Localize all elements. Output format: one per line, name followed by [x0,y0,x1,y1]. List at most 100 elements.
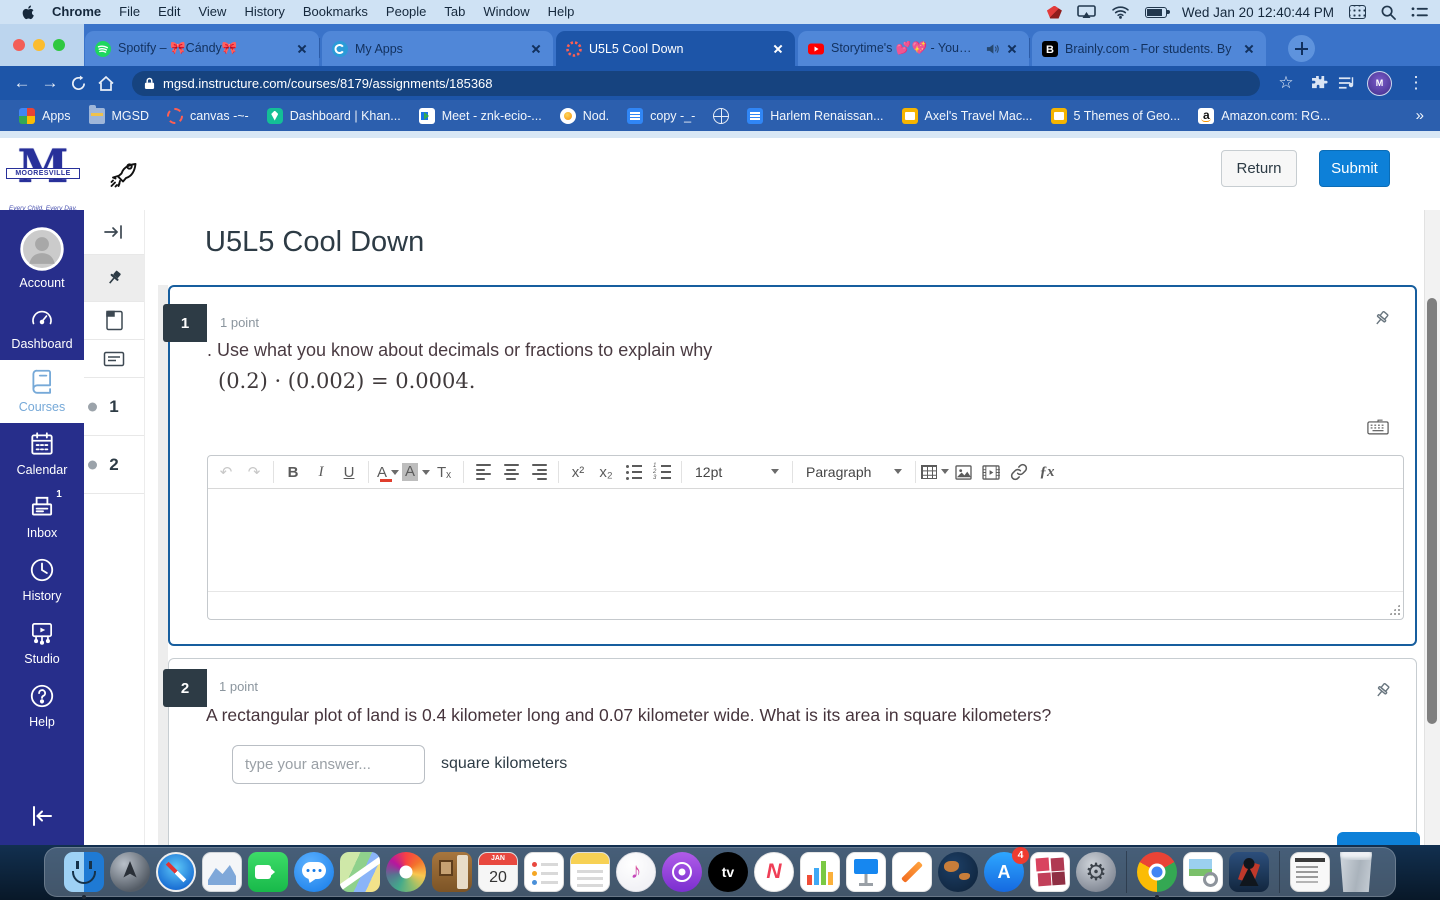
notebook-panel-icon[interactable] [84,302,144,340]
dock-globe-app-icon[interactable] [938,852,978,892]
mooresville-logo[interactable]: M MOORESVILLE Every Child. Every Day. [6,143,80,212]
sidebar-item-history[interactable]: History [0,549,84,612]
wifi-icon[interactable] [1111,5,1130,19]
dock-launchpad-icon[interactable] [110,852,150,892]
insert-video-button[interactable] [977,458,1005,486]
menu-bar-clock[interactable]: Wed Jan 20 12:40:44 PM [1182,5,1334,20]
tab-my-apps[interactable]: My Apps [322,31,553,66]
tab-audio-icon[interactable] [986,43,999,55]
dock-document-window-icon[interactable] [1290,852,1330,892]
dock-system-preferences-icon[interactable] [1076,852,1116,892]
numbered-list-button[interactable]: 123 [648,458,676,486]
tab-youtube[interactable]: Storytime's 💕💖 - YouTub [798,31,1029,66]
bookmark-star-icon[interactable]: ☆ [1272,69,1300,97]
dock-calendar-icon[interactable]: JAN 20 [478,852,518,892]
dock-notes-icon[interactable] [570,852,610,892]
dock-mail-icon[interactable] [202,852,242,892]
bookmark-harlem[interactable]: Harlem Renaissan... [738,107,892,124]
align-right-button[interactable] [525,458,553,486]
bookmark-apps[interactable]: Apps [10,107,80,124]
spotlight-search-icon[interactable] [1381,5,1396,20]
tab-u5l5-cool-down[interactable]: U5L5 Cool Down [556,31,795,66]
sidebar-item-account[interactable]: Account [0,220,84,299]
menu-item-window[interactable]: Window [474,0,538,24]
submit-button[interactable]: Submit [1319,150,1390,187]
bullet-list-button[interactable] [620,458,648,486]
question-nav-item-1[interactable]: 1 [84,378,144,436]
pin-question-icon[interactable] [1372,681,1392,701]
align-center-button[interactable] [497,458,525,486]
bookmark-nod[interactable]: Nod. [551,107,618,124]
reload-button[interactable] [64,69,92,97]
bookmark-canvas[interactable]: canvas -~- [158,107,258,124]
dock-safari-icon[interactable] [156,852,196,892]
insert-image-button[interactable] [949,458,977,486]
tab-close-icon[interactable] [529,42,543,56]
dock-chrome-icon[interactable] [1137,852,1177,892]
menu-item-view[interactable]: View [189,0,235,24]
clear-formatting-button[interactable]: Tₓ [430,458,458,486]
home-button[interactable] [92,69,120,97]
tab-close-icon[interactable] [295,42,309,56]
dock-finder-icon[interactable] [64,852,104,892]
pin-question-icon[interactable] [1371,309,1391,329]
bookmark-5-themes[interactable]: 5 Themes of Geo... [1042,107,1190,124]
pinned-questions-toggle[interactable] [84,254,144,302]
redo-icon[interactable]: ↷ [240,458,268,486]
bookmarks-overflow-icon[interactable]: » [1410,107,1430,124]
dock-news-icon[interactable] [754,852,794,892]
menu-item-help[interactable]: Help [539,0,584,24]
insert-link-button[interactable] [1005,458,1033,486]
zoom-window-button[interactable] [53,39,65,51]
status-red-app-icon[interactable] [1046,5,1062,19]
undo-icon[interactable]: ↶ [212,458,240,486]
tab-close-icon[interactable] [771,42,785,56]
bookmark-khan-dashboard[interactable]: Dashboard | Khan... [258,107,410,124]
tab-brainly[interactable]: B Brainly.com - For students. By [1032,31,1266,66]
superscript-button[interactable]: x² [564,458,592,486]
dock-preview-icon[interactable] [1183,852,1223,892]
profile-avatar[interactable]: M [1367,70,1392,96]
bold-button[interactable]: B [279,458,307,486]
apple-menu-icon[interactable] [12,4,43,21]
answer-input[interactable] [232,745,425,784]
question-nav-item-2[interactable]: 2 [84,436,144,494]
dock-numbers-icon[interactable] [800,852,840,892]
menu-item-people[interactable]: People [377,0,435,24]
sidebar-item-dashboard[interactable]: Dashboard [0,299,84,360]
menu-item-tab[interactable]: Tab [435,0,474,24]
dock-pages-icon[interactable] [892,852,932,892]
dock-superhero-app-icon[interactable] [1229,852,1269,892]
dock-maps-icon[interactable] [340,852,380,892]
underline-button[interactable]: U [335,458,363,486]
rce-editing-area[interactable] [208,489,1403,591]
insert-equation-button[interactable]: ƒx [1033,458,1061,486]
dock-messages-icon[interactable] [294,852,334,892]
chrome-menu-icon[interactable]: ⋮ [1402,69,1430,97]
tab-spotify[interactable]: Spotify – 🎀Cándy🎀 [85,31,319,66]
sidebar-item-help[interactable]: Help [0,675,84,738]
subscript-button[interactable]: x₂ [592,458,620,486]
bookmark-amazon[interactable]: a Amazon.com: RG... [1189,107,1339,124]
menu-item-history[interactable]: History [235,0,293,24]
table-button[interactable] [921,458,950,486]
menu-item-chrome[interactable]: Chrome [43,0,110,24]
dock-itunes-icon[interactable] [616,852,656,892]
sidebar-item-calendar[interactable]: Calendar [0,423,84,486]
forward-button[interactable]: → [36,69,64,97]
bookmark-axels-travel[interactable]: Axel's Travel Mac... [893,107,1042,124]
sidebar-item-inbox[interactable]: 1 Inbox [0,486,84,549]
dock-app-store-icon[interactable]: A4 [984,847,1029,892]
close-window-button[interactable] [13,39,25,51]
back-button[interactable]: ← [8,69,36,97]
address-bar[interactable]: mgsd.instructure.com/courses/8179/assign… [132,70,1260,96]
collapse-nav-icon[interactable] [28,804,56,828]
screen-mirroring-icon[interactable] [1077,5,1096,19]
comments-panel-icon[interactable] [84,340,144,378]
return-button[interactable]: Return [1221,150,1297,187]
paragraph-format-dropdown[interactable]: Paragraph [798,464,910,480]
lock-icon[interactable] [144,77,155,90]
minimize-window-button[interactable] [33,39,45,51]
expand-panel-icon[interactable] [84,210,144,254]
menu-item-edit[interactable]: Edit [149,0,189,24]
